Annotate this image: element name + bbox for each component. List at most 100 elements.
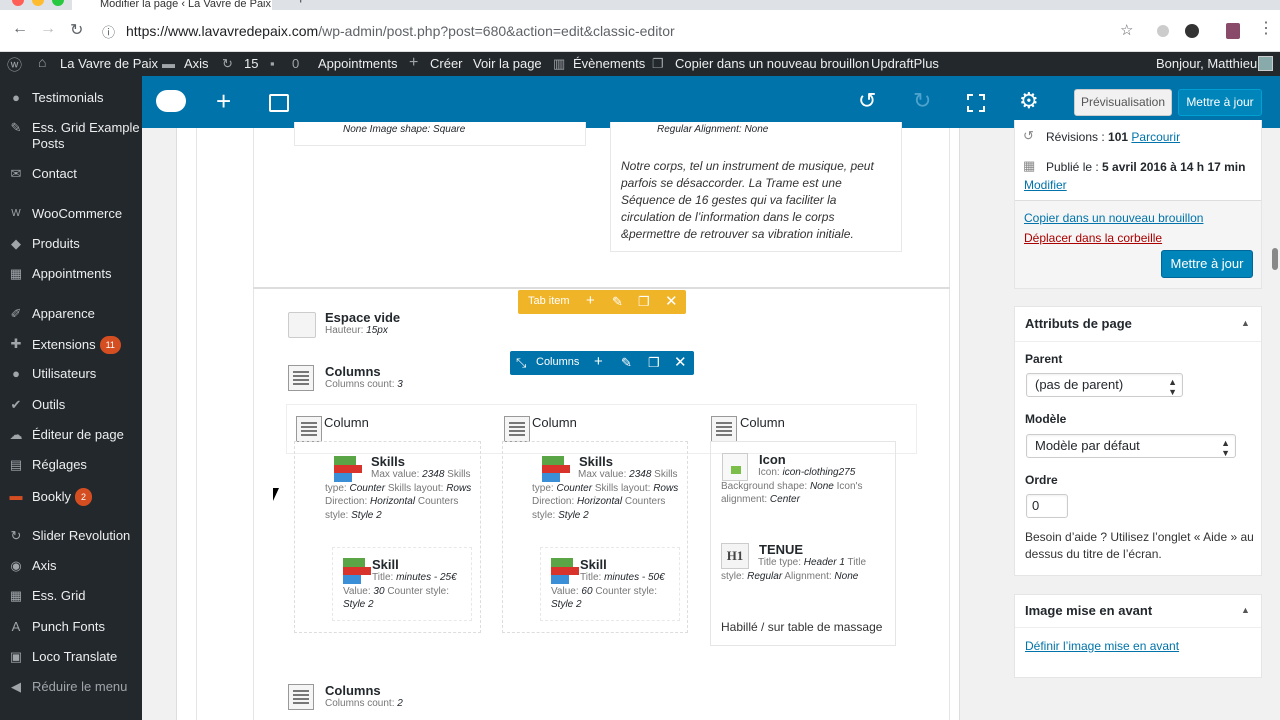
update-button-top[interactable]: Mettre à jour [1178,89,1262,116]
sidebar-item-utilisateurs[interactable]: ● Utilisateurs [0,366,142,382]
tab-item-add-icon[interactable]: + [586,292,595,309]
column-title[interactable]: Column [532,415,577,430]
skill-title[interactable]: Skill [372,557,399,572]
adminbar-site-link[interactable]: La Vavre de Paix [60,56,158,71]
adminbar-comments-count[interactable]: 0 [292,56,299,71]
user-avatar[interactable] [1258,56,1273,71]
heading-element-title[interactable]: TENUE [759,542,803,557]
browser-tab[interactable]: Modifier la page ‹ La Vavre de Paix [72,0,272,10]
set-featured-image-link[interactable]: Définir l’image mise en avant [1025,639,1179,653]
text-element-massage[interactable]: Habillé / sur table de massage [721,620,882,634]
sidebar-item-outils[interactable]: ✔ Outils [0,397,142,413]
sidebar-item-axis[interactable]: ◉ Axis [0,558,142,574]
extension-profile-icon[interactable] [1226,23,1240,39]
sidebar-collapse-menu[interactable]: ◀ Réduire le menu [0,679,142,695]
adminbar-view-page-link[interactable]: Voir la page [473,56,542,71]
maximize-window-button[interactable] [52,0,64,6]
preview-button[interactable]: Prévisualisation [1074,89,1172,116]
extension-icon[interactable] [1157,25,1169,37]
builder-logo-icon[interactable] [156,90,186,112]
templates-icon[interactable] [269,94,289,112]
fullscreen-icon[interactable] [967,94,985,112]
adminbar-events-link[interactable]: Évènements [573,56,645,71]
icon-element-title[interactable]: Icon [759,452,786,467]
sidebar-item-bookly[interactable]: ▬ Bookly 2 [0,488,142,506]
columns-move-icon[interactable]: ⤡ [516,355,526,371]
sidebar-item-page-editor[interactable]: ☁ Éditeur de page [0,427,142,443]
columns-title-2[interactable]: Columns [325,683,381,698]
add-element-icon[interactable]: + [216,86,231,117]
adminbar-greeting[interactable]: Bonjour, Matthieu [1156,56,1257,71]
sidebar-item-label: Ess. Grid [32,588,86,603]
skills-title[interactable]: Skills [579,454,613,469]
bookmark-star-icon[interactable]: ☆ [1120,21,1133,39]
reload-icon[interactable]: ↻ [70,20,83,40]
section-border-right [949,128,950,288]
adminbar-create-link[interactable]: Créer [430,56,463,71]
sidebar-item-loco-translate[interactable]: ▣ Loco Translate [0,649,142,665]
sidebar-item-ess-grid[interactable]: ▦ Ess. Grid [0,588,142,604]
columns-ctl-label[interactable]: Columns [536,356,579,368]
adminbar-updraft-link[interactable]: UpdraftPlus [871,56,939,71]
tab-item-edit-icon[interactable]: ✎ [612,294,623,310]
collapse-arrow-icon[interactable]: ▲ [1241,318,1250,328]
update-button[interactable]: Mettre à jour [1161,250,1253,278]
column-title[interactable]: Column [740,415,785,430]
sidebar-item-slider-revolution[interactable]: ↻ Slider Revolution [0,528,142,544]
sidebar-item-produits[interactable]: ◆ Produits [0,236,142,252]
collapse-arrow-icon[interactable]: ▲ [1241,605,1250,615]
sidebar-item-appointments[interactable]: ▦ Appointments [0,266,142,282]
sidebar-item-testimonials[interactable]: ● Testimonials [0,90,142,106]
site-info-icon[interactable]: ⓘ [102,22,115,41]
sidebar-item-punch-fonts[interactable]: A Punch Fonts [0,619,142,635]
tab-title: Modifier la page ‹ La Vavre de Paix [100,0,271,10]
column-title[interactable]: Column [324,415,369,430]
order-input[interactable]: 0 [1026,494,1068,518]
parent-select[interactable]: (pas de parent) ▲ ▼ [1026,373,1183,397]
extension-grammarly-icon[interactable] [1185,24,1199,38]
refresh-icon: ↻ [10,528,22,543]
sidebar-item-woocommerce[interactable]: W WooCommerce [0,206,142,222]
tab-item-clone-icon[interactable]: ❐ [638,294,650,310]
sidebar-item-contact[interactable]: ✉ Contact [0,166,142,182]
modify-date-link[interactable]: Modifier [1024,178,1067,192]
columns-edit-icon[interactable]: ✎ [621,355,632,371]
copy-draft-link[interactable]: Copier dans un nouveau brouillon [1024,211,1203,225]
sidebar-item-label: Utilisateurs [32,366,97,381]
sidebar-item-extensions[interactable]: ✚ Extensions 11 [0,336,142,354]
page-scrollbar[interactable] [1272,248,1278,270]
redo-icon[interactable]: ↻ [913,88,931,114]
minimize-window-button[interactable] [32,0,44,6]
spacer-title[interactable]: Espace vide [325,310,400,325]
new-tab-icon[interactable]: + [296,0,305,9]
tab-item-label[interactable]: Tab item [528,295,570,307]
adminbar-updates-count[interactable]: 15 [244,56,258,71]
adminbar-appointments-link[interactable]: Appointments [318,56,398,71]
columns-clone-icon[interactable]: ❐ [648,355,660,371]
image-element-remnant[interactable]: None Image shape: Square [294,122,586,146]
browser-menu-icon[interactable]: ⋮ [1258,18,1274,38]
forward-icon[interactable]: → [40,20,56,38]
revisions-browse-link[interactable]: Parcourir [1131,130,1180,144]
columns-add-icon[interactable]: + [594,353,603,370]
template-select[interactable]: Modèle par défaut ▲ ▼ [1026,434,1236,458]
adminbar-copy-draft-link[interactable]: Copier dans un nouveau brouillon [675,56,869,71]
sidebar-item-essgrid-posts[interactable]: ✎ Ess. Grid Example Posts [0,120,142,152]
tab-item-delete-icon[interactable]: ✕ [665,292,678,310]
columns-title[interactable]: Columns [325,364,381,379]
settings-gear-icon[interactable]: ⚙ [1019,88,1039,114]
close-window-button[interactable] [12,0,24,6]
tab-item-controls: Tab item + ✎ ❐ ✕ [518,290,686,314]
back-icon[interactable]: ← [12,20,28,38]
move-to-trash-link[interactable]: Déplacer dans la corbeille [1024,231,1162,245]
sidebar-item-apparence[interactable]: ✐ Apparence [0,306,142,322]
text-element-quote[interactable]: Regular Alignment: None Notre corps, tel… [610,122,902,252]
skill-title[interactable]: Skill [580,557,607,572]
address-bar[interactable]: https://www.lavavredepaix.com/wp-admin/p… [126,23,675,39]
undo-icon[interactable]: ↺ [858,88,876,114]
columns-delete-icon[interactable]: ✕ [674,353,687,371]
sidebar-item-reglages[interactable]: ▤ Réglages [0,457,142,473]
wordpress-logo-icon[interactable]: ⓦ [7,54,22,75]
skills-title[interactable]: Skills [371,454,405,469]
adminbar-axis-link[interactable]: Axis [184,56,209,71]
